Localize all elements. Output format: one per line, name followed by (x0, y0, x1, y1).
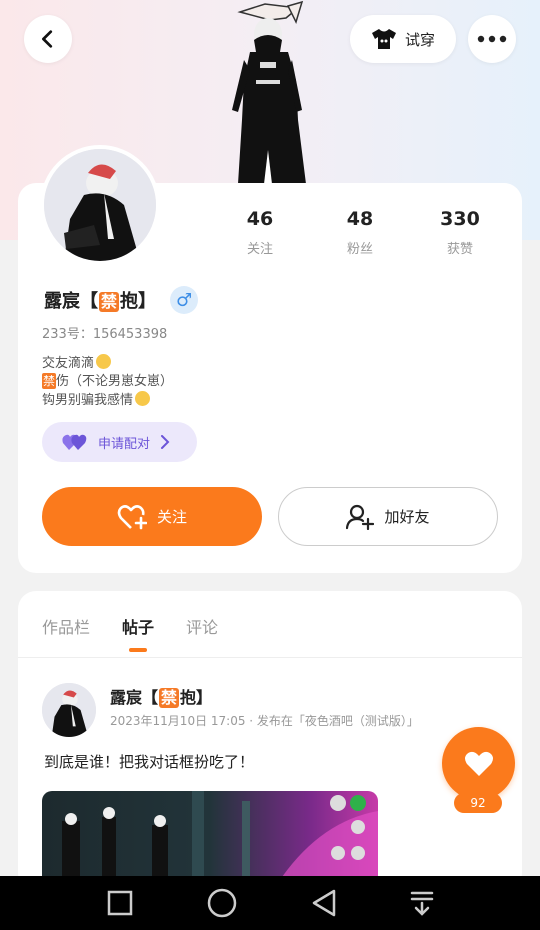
system-navigation-bar (0, 876, 540, 930)
tab-posts[interactable]: 帖子 (122, 614, 155, 652)
add-user-icon (346, 504, 375, 530)
bio-text: 伤（不论男崽女崽） (56, 374, 174, 389)
add-friend-label: 加好友 (384, 508, 430, 526)
back-button[interactable] (24, 15, 72, 63)
stat-label: 获赞 (446, 242, 473, 257)
game-screenshot-image (42, 791, 378, 877)
follow-button[interactable]: 关注 (42, 487, 262, 546)
add-friend-button[interactable]: 加好友 (278, 487, 498, 546)
home-icon[interactable] (206, 887, 238, 919)
stat-label: 关注 (246, 242, 273, 257)
bio-line: 禁伤（不论男崽女崽） (42, 373, 173, 391)
name-prefix: 露宸【 (44, 291, 98, 312)
post-image[interactable] (42, 791, 378, 877)
stat-value: 46 (246, 208, 274, 230)
avatar-image (42, 683, 96, 737)
apply-match-label: 申请配对 (98, 436, 151, 452)
character-figure-image (232, 0, 306, 184)
back-triangle-icon[interactable] (310, 888, 338, 918)
bio-text: 钩男别骗我感情 (42, 393, 134, 408)
profile-name-row: 露宸【禁抱】 ♂ (44, 286, 199, 314)
ban-emoji-badge: 禁 (159, 688, 180, 708)
like-button[interactable] (442, 727, 515, 800)
profile-tabs: 作品栏 帖子 评论 (42, 614, 218, 652)
bio-text: 交友滴滴 (42, 356, 95, 371)
chevron-right-icon (161, 435, 170, 449)
double-heart-icon (62, 434, 87, 450)
avatar-image (44, 149, 156, 261)
recent-apps-icon[interactable] (106, 889, 134, 917)
male-gender-icon: ♂ (170, 286, 199, 314)
profile-name: 露宸【禁抱】 (44, 287, 156, 313)
stat-likes[interactable]: 330 获赞 (410, 208, 510, 257)
upside-down-emoji-icon (135, 391, 151, 406)
stat-value: 48 (346, 208, 374, 230)
notification-pulldown-icon[interactable] (410, 889, 434, 917)
follow-label: 关注 (156, 508, 187, 526)
like-count: 92 (454, 793, 502, 813)
bio-line: 钩男别骗我感情 (42, 391, 173, 410)
stat-followers[interactable]: 48 粉丝 (310, 208, 410, 257)
profile-bio: 交友滴滴 禁伤（不论男崽女崽） 钩男别骗我感情 (42, 354, 173, 410)
stat-value: 330 (440, 208, 480, 230)
more-dots-icon (477, 35, 507, 43)
bio-line: 交友滴滴 (42, 354, 173, 373)
name-suffix: 抱】 (180, 688, 213, 707)
post-text[interactable]: 到底是谁！把我对话框扮吃了！ (44, 751, 254, 772)
tab-comments[interactable]: 评论 (186, 614, 218, 638)
tabs-divider (18, 657, 522, 658)
smile-emoji-icon (96, 354, 112, 369)
user-id: 233号：156453398 (42, 327, 168, 342)
more-options-button[interactable] (468, 15, 516, 63)
profile-stats: 46 关注 48 粉丝 330 获赞 (210, 208, 510, 257)
stat-following[interactable]: 46 关注 (210, 208, 310, 257)
stat-label: 粉丝 (346, 242, 373, 257)
tab-label: 评论 (186, 618, 219, 637)
post-meta: 2023年11月10日 17:05 · 发布在「夜色酒吧（测试版）」 (110, 714, 419, 728)
name-prefix: 露宸【 (110, 688, 159, 707)
heart-icon (464, 751, 493, 776)
heart-plus-icon (117, 504, 147, 529)
active-tab-indicator (129, 648, 148, 652)
tab-works[interactable]: 作品栏 (42, 614, 90, 638)
apply-match-button[interactable]: 申请配对 (42, 422, 197, 462)
try-on-label: 试穿 (404, 30, 435, 49)
tshirt-icon (371, 29, 396, 49)
ban-emoji-badge: 禁 (99, 292, 120, 312)
tab-label: 帖子 (122, 618, 155, 637)
post-author-name[interactable]: 露宸【禁抱】 (110, 684, 212, 708)
post-author-avatar[interactable] (42, 683, 96, 737)
ban-emoji-badge: 禁 (42, 373, 57, 389)
tab-label: 作品栏 (42, 618, 91, 637)
avatar[interactable] (40, 145, 160, 265)
try-on-button[interactable]: 试穿 (350, 15, 456, 63)
chevron-left-icon (42, 30, 53, 48)
name-suffix: 抱】 (120, 291, 157, 312)
